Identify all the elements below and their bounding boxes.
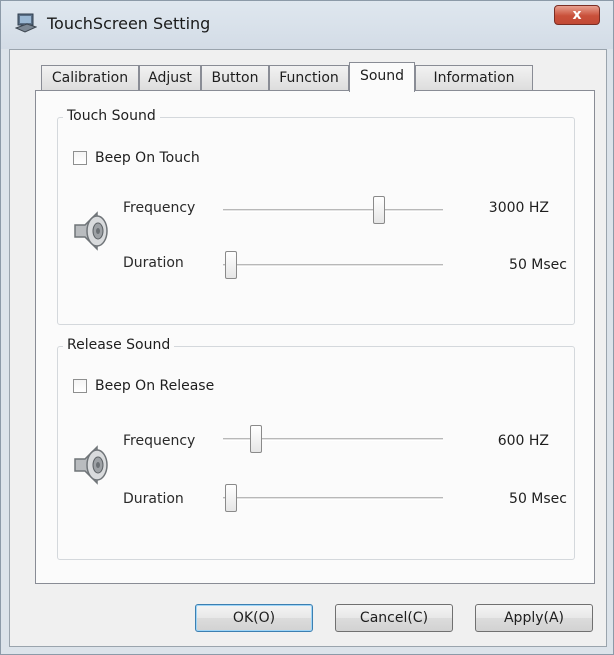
release-duration-slider-thumb[interactable]: [225, 484, 237, 512]
window-title: TouchScreen Setting: [47, 14, 211, 33]
beep-on-touch-checkbox[interactable]: [73, 151, 87, 165]
tab-information[interactable]: Information: [415, 65, 533, 91]
ok-button[interactable]: OK(O): [195, 604, 313, 632]
close-button[interactable]: x: [554, 5, 600, 25]
close-icon: x: [572, 7, 582, 23]
beep-on-touch-label[interactable]: Beep On Touch: [95, 150, 200, 166]
touch-frequency-label: Frequency: [123, 200, 196, 216]
speaker-icon: [74, 211, 108, 251]
title-bar[interactable]: TouchScreen Setting x: [1, 1, 613, 47]
beep-on-release-checkbox[interactable]: [73, 379, 87, 393]
release-duration-value: 50 Msec: [509, 491, 567, 507]
beep-on-release-label[interactable]: Beep On Release: [95, 378, 214, 394]
touch-sound-title: Touch Sound: [63, 108, 160, 124]
tab-button[interactable]: Button: [201, 65, 269, 91]
speaker-icon: [74, 445, 108, 485]
release-frequency-label: Frequency: [123, 433, 196, 449]
touch-frequency-slider-thumb[interactable]: [373, 196, 386, 224]
touch-duration-track[interactable]: [223, 264, 443, 267]
touch-sound-group: [57, 117, 575, 325]
touch-duration-value: 50 Msec: [509, 257, 567, 273]
tab-adjust[interactable]: Adjust: [139, 65, 201, 91]
release-duration-track[interactable]: [223, 497, 443, 500]
release-frequency-value: 600 HZ: [497, 433, 549, 449]
release-sound-title: Release Sound: [63, 337, 175, 353]
touch-duration-label: Duration: [123, 255, 184, 271]
touch-frequency-value: 3000 HZ: [488, 200, 549, 216]
touchscreen-setting-window: TouchScreen Setting x Calibration Adjust…: [0, 0, 614, 655]
tab-sound[interactable]: Sound: [349, 62, 415, 92]
tab-function[interactable]: Function: [269, 65, 349, 91]
tab-calibration[interactable]: Calibration: [41, 65, 139, 91]
touch-duration-slider-thumb[interactable]: [225, 251, 237, 279]
cancel-button[interactable]: Cancel(C): [335, 604, 453, 632]
touchscreen-app-icon: [15, 13, 37, 33]
release-duration-label: Duration: [123, 491, 184, 507]
release-frequency-slider-thumb[interactable]: [249, 425, 262, 453]
apply-button[interactable]: Apply(A): [475, 604, 593, 632]
touch-frequency-track[interactable]: [223, 209, 443, 212]
